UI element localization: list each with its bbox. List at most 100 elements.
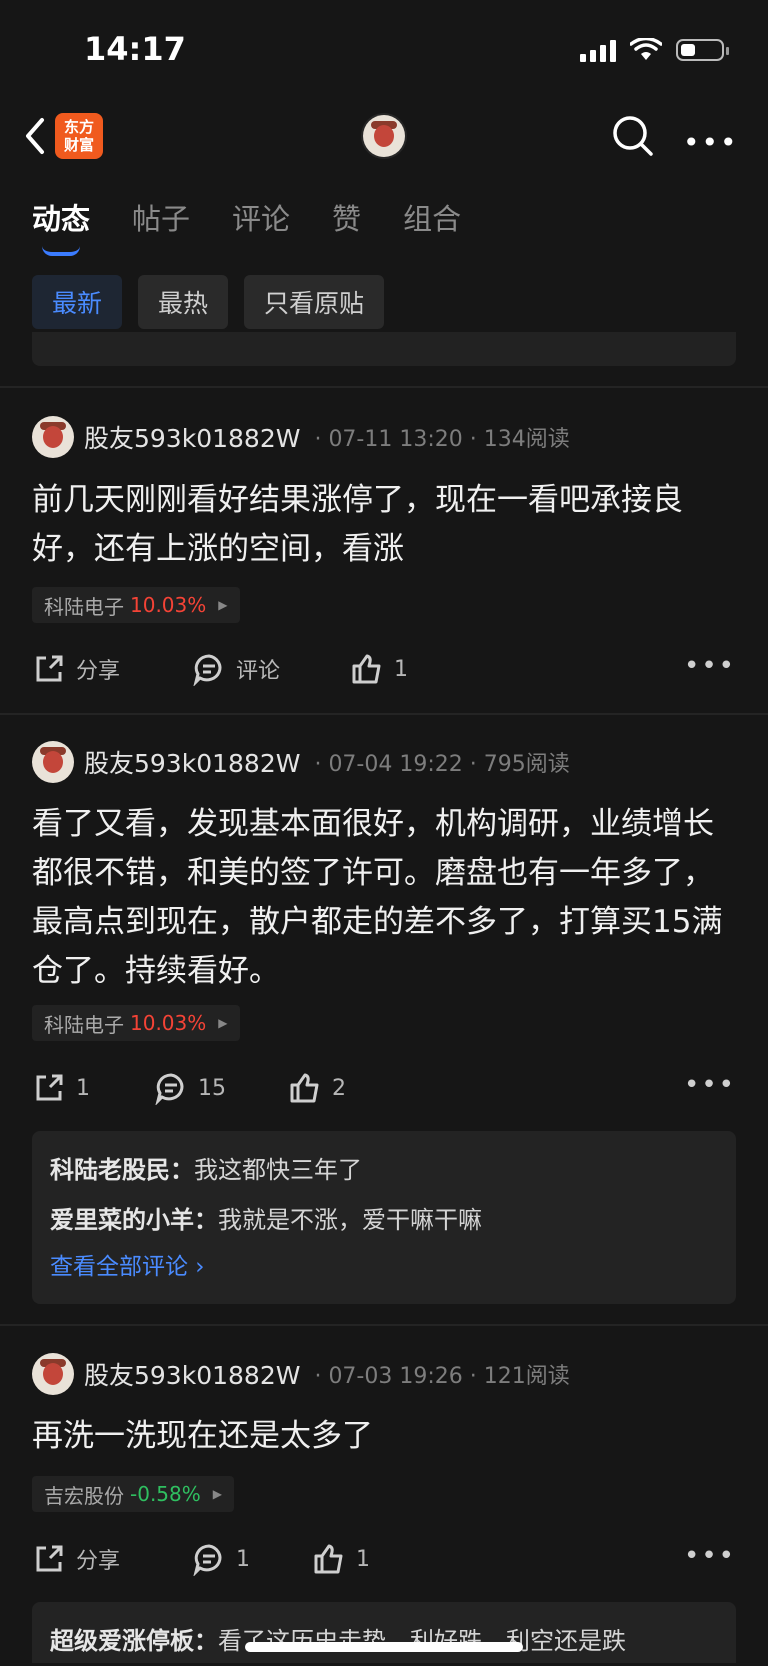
share-icon: [36, 1074, 63, 1101]
back-icon[interactable]: [20, 116, 50, 156]
comment-author[interactable]: 科陆老股民：: [50, 1156, 194, 1184]
battery-icon: [676, 39, 729, 61]
post-meta: · 07-03 19:26 · 121阅读: [314, 1364, 570, 1389]
share-button[interactable]: 分享: [32, 647, 120, 691]
divider: [0, 713, 768, 715]
post-actions: 分享 1 1 •••: [32, 1537, 736, 1581]
thumbs-up-icon: [352, 654, 381, 684]
comment-item: 超级爱涨停板：看了这历史走势，利好跌，利空还是跌: [50, 1616, 718, 1666]
user-avatar[interactable]: [32, 416, 74, 458]
stock-name: 吉宏股份: [44, 1483, 124, 1508]
comment-preview[interactable]: 科陆老股民：我这都快三年了 爱里菜的小羊：我就是不涨，爱干嘛干嘛 查看全部评论 …: [32, 1131, 736, 1304]
comment-button[interactable]: 评论: [192, 647, 280, 691]
username[interactable]: 股友593k01882W: [84, 744, 300, 780]
more-icon[interactable]: •••: [684, 1541, 736, 1571]
post-meta: · 07-04 19:22 · 795阅读: [314, 752, 570, 777]
tab-likes[interactable]: 赞: [332, 196, 361, 238]
user-avatar[interactable]: [32, 741, 74, 783]
post-body[interactable]: 再洗一洗现在还是太多了: [32, 1412, 742, 1461]
stock-tag[interactable]: 吉宏股份 -0.58% ▶: [32, 1476, 234, 1512]
more-menu-icon[interactable]: •••: [683, 126, 739, 159]
filter-bar: 最新 最热 只看原贴: [32, 275, 385, 329]
comment-item: 爱里菜的小羊：我就是不涨，爱干嘛干嘛: [50, 1195, 718, 1245]
comment-text: 我这都快三年了: [194, 1156, 362, 1184]
comment-icon: [155, 1073, 184, 1105]
divider: [0, 386, 768, 388]
post-header: 股友593k01882W · 07-11 13:20 · 134阅读: [32, 415, 570, 459]
share-count: 1: [76, 1075, 90, 1101]
like-count: 1: [356, 1546, 370, 1572]
divider: [0, 1324, 768, 1326]
more-icon[interactable]: •••: [684, 1070, 736, 1100]
comment-item: 科陆老股民：我这都快三年了: [50, 1145, 718, 1195]
tab-posts[interactable]: 帖子: [132, 196, 190, 238]
app-logo[interactable]: 东方 财富: [55, 113, 103, 159]
comment-text: 我就是不涨，爱干嘛干嘛: [218, 1206, 482, 1234]
comment-button[interactable]: 15: [154, 1066, 226, 1110]
post-header: 股友593k01882W · 07-04 19:22 · 795阅读: [32, 740, 570, 784]
user-avatar[interactable]: [32, 1353, 74, 1395]
comment-label: 评论: [236, 659, 281, 684]
comment-icon: [193, 1544, 222, 1576]
post-actions: 分享 评论 1 •••: [32, 647, 736, 691]
like-button[interactable]: 1: [350, 647, 408, 691]
play-icon: ▶: [212, 1487, 222, 1501]
comment-icon: [193, 654, 222, 686]
stock-change: 10.03%: [130, 1011, 207, 1035]
comment-count: 15: [198, 1075, 226, 1101]
home-indicator[interactable]: [245, 1642, 523, 1652]
tab-bar: 动态 帖子 评论 赞 组合: [32, 196, 503, 238]
username[interactable]: 股友593k01882W: [84, 419, 300, 455]
avatar-image: [363, 115, 405, 157]
signal-icon: [580, 38, 616, 62]
stock-tag[interactable]: 科陆电子 10.03% ▶: [32, 1005, 240, 1041]
thumbs-up-icon: [290, 1073, 319, 1103]
post-header: 股友593k01882W · 07-03 19:26 · 121阅读: [32, 1352, 570, 1396]
comment-preview[interactable]: 超级爱涨停板：看了这历史走势，利好跌，利空还是跌: [32, 1602, 736, 1663]
share-label: 分享: [76, 1549, 121, 1574]
tab-dynamic[interactable]: 动态: [32, 196, 90, 238]
previous-card-edge: [32, 332, 736, 366]
stock-name: 科陆电子: [44, 594, 124, 619]
comment-count: 1: [236, 1546, 250, 1572]
stock-name: 科陆电子: [44, 1012, 124, 1037]
play-icon: ▶: [218, 598, 228, 612]
search-icon[interactable]: [610, 113, 656, 159]
comment-author[interactable]: 爱里菜的小羊：: [50, 1206, 218, 1234]
more-icon[interactable]: •••: [684, 651, 736, 681]
share-label: 分享: [76, 659, 121, 684]
post-meta: · 07-11 13:20 · 134阅读: [314, 427, 570, 452]
username[interactable]: 股友593k01882W: [84, 1356, 300, 1392]
comment-button[interactable]: 1: [192, 1537, 250, 1581]
tab-indicator: [42, 246, 80, 256]
post-body[interactable]: 前几天刚刚看好结果涨停了，现在一看吧承接良好，还有上涨的空间，看涨: [32, 476, 742, 574]
like-button[interactable]: 2: [288, 1066, 346, 1110]
play-icon: ▶: [218, 1016, 228, 1030]
profile-avatar[interactable]: [361, 113, 407, 159]
like-count: 2: [332, 1075, 346, 1101]
status-icons: [580, 36, 729, 64]
like-count: 1: [394, 656, 408, 682]
filter-original-only[interactable]: 只看原贴: [244, 275, 385, 329]
stock-tag[interactable]: 科陆电子 10.03% ▶: [32, 587, 240, 623]
view-all-comments-link[interactable]: 查看全部评论 ›: [50, 1245, 718, 1289]
post-body[interactable]: 看了又看，发现基本面很好，机构调研，业绩增长都很不错，和美的签了许可。磨盘也有一…: [32, 800, 742, 996]
filter-hot[interactable]: 最热: [138, 275, 229, 329]
wifi-icon: [630, 38, 662, 60]
share-icon: [36, 655, 63, 682]
share-button[interactable]: 分享: [32, 1537, 120, 1581]
stock-change: -0.58%: [130, 1482, 201, 1506]
logo-text-2: 财富: [63, 136, 94, 154]
logo-text-1: 东方: [63, 118, 94, 136]
thumbs-up-icon: [314, 1544, 343, 1574]
share-button[interactable]: 1: [32, 1066, 90, 1110]
tab-comments[interactable]: 评论: [232, 196, 290, 238]
filter-latest[interactable]: 最新: [32, 275, 123, 329]
comment-author[interactable]: 超级爱涨停板：: [50, 1627, 218, 1655]
tab-portfolio[interactable]: 组合: [403, 196, 461, 238]
like-button[interactable]: 1: [312, 1537, 370, 1581]
stock-change: 10.03%: [130, 593, 207, 617]
status-time: 14:17: [84, 30, 186, 68]
post-actions: 1 15 2 •••: [32, 1066, 736, 1110]
share-icon: [36, 1545, 63, 1572]
